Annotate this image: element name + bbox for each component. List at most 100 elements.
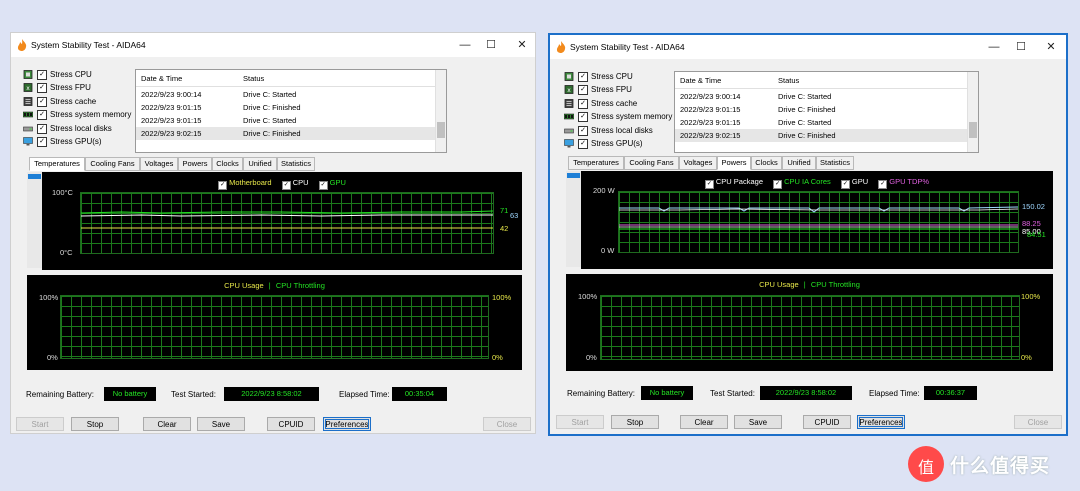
legend-checkbox[interactable]: ✓ [218,181,228,190]
tab-voltages[interactable]: Voltages [679,156,717,170]
stress-cache-label: Stress cache [591,98,638,108]
stress-cache-label: Stress cache [50,96,97,106]
stress-gpu-checkbox[interactable]: ✓ [37,136,47,147]
event-log-table[interactable]: Date & Time Status 2022/9/23 9:00:14 Driv… [135,69,447,153]
log-scrollbar[interactable] [967,72,978,152]
clear-button[interactable]: Clear [143,417,191,431]
legend-checkbox[interactable]: ✓ [281,181,291,190]
log-cell-datetime: 2022/9/23 9:01:15 [680,105,741,114]
save-button[interactable]: Save [197,417,245,431]
close-button[interactable]: Close [483,417,531,431]
close-window-button[interactable]: ✕ [1043,39,1059,55]
stress-cache-checkbox[interactable]: ✓ [37,96,47,107]
title-bar[interactable]: System Stability Test - AIDA64 — ☐ ✕ [11,33,535,57]
stability-test-window-powers[interactable]: System Stability Test - AIDA64 — ☐ ✕ ✓ S… [548,33,1068,436]
clear-button[interactable]: Clear [680,415,728,429]
disk-drive-icon [23,126,33,131]
tab-statistics[interactable]: Statistics [816,156,854,170]
preferences-button[interactable]: Preferences [323,417,371,431]
minimize-button[interactable]: — [986,39,1002,55]
log-header-datetime[interactable]: Date & Time [141,74,182,83]
tab-clocks[interactable]: Clocks [212,157,243,171]
stress-cpu-checkbox[interactable]: ✓ [578,72,588,82]
legend-checkbox[interactable]: ✓ [840,180,850,189]
stress-fpu-checkbox[interactable]: ✓ [578,85,588,96]
minimize-button[interactable]: — [457,37,473,53]
log-header-status[interactable]: Status [778,76,799,85]
log-scrollbar-thumb[interactable] [437,122,445,138]
close-window-button[interactable]: ✕ [514,37,530,53]
legend-item-cpu-ia-cores[interactable]: ✓ CPU IA Cores [773,177,831,189]
tab-cooling-fans[interactable]: Cooling Fans [85,157,140,171]
log-scrollbar[interactable] [435,70,446,152]
sensor-list-strip[interactable] [566,171,581,267]
legend-item-gpu[interactable]: ✓ GPU [318,178,346,190]
legend-checkbox[interactable]: ✓ [878,180,888,189]
maximize-button[interactable]: ☐ [483,37,499,53]
sensor-selected-marker [567,173,580,178]
stress-memory-checkbox[interactable]: ✓ [578,112,588,123]
stability-test-window-temperatures[interactable]: System Stability Test - AIDA64 — ☐ ✕ ✓ S… [10,32,536,434]
tab-temperatures[interactable]: Temperatures [29,157,85,171]
tab-powers[interactable]: Powers [717,156,751,170]
stress-disks-checkbox[interactable]: ✓ [37,123,47,134]
start-button[interactable]: Start [556,415,604,429]
start-button[interactable]: Start [16,417,64,431]
log-row[interactable]: 2022/9/23 9:01:15 Drive C: Started [675,116,968,129]
tab-statistics[interactable]: Statistics [277,157,315,171]
legend-checkbox[interactable]: ✓ [773,180,783,189]
legend-item-cpu[interactable]: ✓ CPU [281,178,309,190]
cpuid-button[interactable]: CPUID [267,417,315,431]
cpu-usage-legend: CPU Usage | CPU Throttling [27,281,522,290]
maximize-button[interactable]: ☐ [1013,39,1029,55]
tab-voltages[interactable]: Voltages [140,157,178,171]
legend-cpu-usage: CPU Usage [224,281,264,290]
stress-fpu-checkbox[interactable]: ✓ [37,83,47,94]
sensor-list-strip[interactable] [27,172,42,268]
legend-checkbox[interactable]: ✓ [318,181,328,190]
log-row[interactable]: 2022/9/23 9:00:14 Drive C: Started [136,88,436,101]
motherboard-temp-value: 42 [500,224,509,233]
stress-gpu-label: Stress GPU(s) [591,138,643,148]
preferences-button[interactable]: Preferences [857,415,905,429]
stress-gpu-checkbox[interactable]: ✓ [578,138,588,149]
legend-item-motherboard[interactable]: ✓ Motherboard [218,178,272,190]
tab-temperatures[interactable]: Temperatures [568,156,624,170]
tab-unified[interactable]: Unified [782,156,816,170]
log-row-selected[interactable]: 2022/9/23 9:02:15 Drive C: Finished [136,127,436,140]
legend-item-cpu-package[interactable]: ✓ CPU Package [704,177,763,189]
cache-chip-icon [23,96,33,106]
log-row-selected[interactable]: 2022/9/23 9:02:15 Drive C: Finished [675,129,968,142]
tab-powers[interactable]: Powers [178,157,212,171]
temperature-graph: ✓ Motherboard ✓ CPU ✓ GPU 100°C 0°C 71 63 4… [42,172,522,270]
tab-clocks[interactable]: Clocks [751,156,782,170]
log-row[interactable]: 2022/9/23 9:01:15 Drive C: Started [136,114,436,127]
stop-button[interactable]: Stop [611,415,659,429]
legend-label: CPU [292,178,309,187]
cpuid-button[interactable]: CPUID [803,415,851,429]
log-header: Date & Time Status [675,72,968,89]
log-row[interactable]: 2022/9/23 9:00:14 Drive C: Started [675,90,968,103]
event-log-table[interactable]: Date & Time Status 2022/9/23 9:00:14 Driv… [674,71,979,153]
tab-cooling-fans[interactable]: Cooling Fans [624,156,679,170]
log-header-datetime[interactable]: Date & Time [680,76,721,85]
legend-checkbox[interactable]: ✓ [704,180,714,189]
stress-memory-checkbox[interactable]: ✓ [37,110,47,121]
tab-unified[interactable]: Unified [243,157,277,171]
legend-label: GPU TDP% [889,177,930,186]
log-row[interactable]: 2022/9/23 9:01:15 Drive C: Finished [675,103,968,116]
title-bar[interactable]: System Stability Test - AIDA64 — ☐ ✕ [550,35,1066,59]
stress-disks-checkbox[interactable]: ✓ [578,125,588,136]
close-button[interactable]: Close [1014,415,1062,429]
legend-item-gpu[interactable]: ✓ GPU [840,177,868,189]
stress-cpu-checkbox[interactable]: ✓ [37,70,47,80]
test-started-value: 2022/9/23 8:58:02 [224,387,319,401]
log-header-status[interactable]: Status [243,74,264,83]
log-row[interactable]: 2022/9/23 9:01:15 Drive C: Finished [136,101,436,114]
legend-item-gpu-tdp[interactable]: ✓ GPU TDP% [878,177,930,189]
stress-cache-checkbox[interactable]: ✓ [578,98,588,109]
stop-button[interactable]: Stop [71,417,119,431]
save-button[interactable]: Save [734,415,782,429]
log-scrollbar-thumb[interactable] [969,122,977,138]
power-grid [618,191,1019,253]
